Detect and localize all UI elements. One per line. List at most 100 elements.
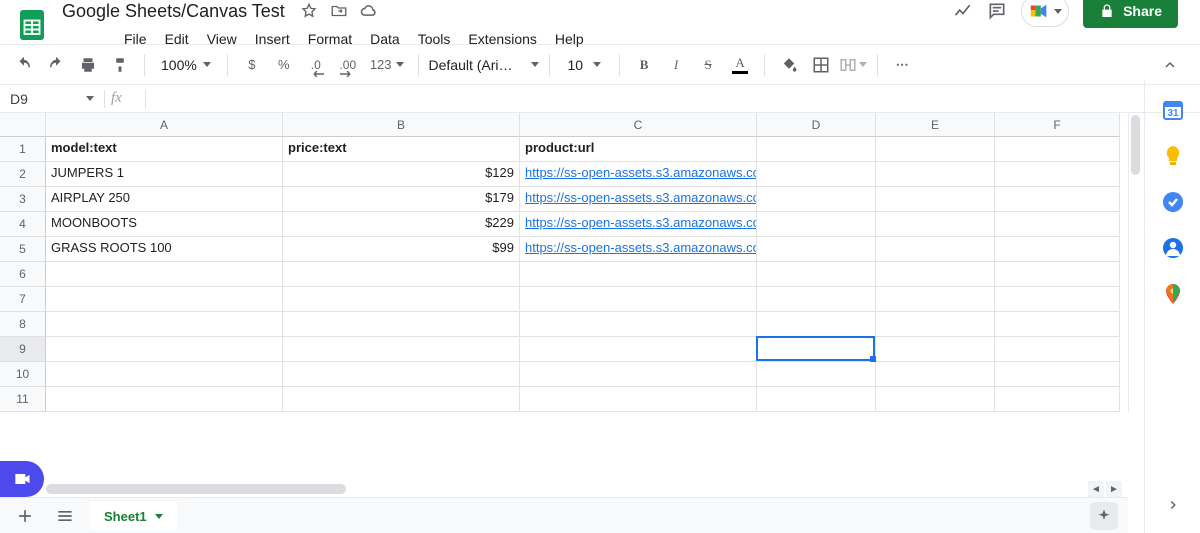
cell[interactable] bbox=[876, 212, 995, 237]
cell[interactable] bbox=[876, 137, 995, 162]
cell[interactable]: $99 bbox=[283, 237, 520, 262]
strikethrough-button[interactable]: S bbox=[694, 51, 722, 79]
borders-button[interactable] bbox=[807, 51, 835, 79]
sheet-tab-sheet1[interactable]: Sheet1 bbox=[90, 501, 177, 530]
cell[interactable] bbox=[757, 387, 876, 412]
increase-decimal-button[interactable]: .00 bbox=[334, 51, 362, 79]
move-icon[interactable] bbox=[329, 1, 349, 21]
cell[interactable] bbox=[46, 387, 283, 412]
column-header-A[interactable]: A bbox=[46, 113, 283, 137]
menu-data[interactable]: Data bbox=[362, 27, 408, 51]
collapse-toolbar-button[interactable] bbox=[1156, 51, 1184, 79]
cell[interactable]: https://ss-open-assets.s3.amazonaws.com/… bbox=[520, 162, 757, 187]
cell[interactable] bbox=[520, 362, 757, 387]
cell[interactable] bbox=[757, 162, 876, 187]
menu-view[interactable]: View bbox=[199, 27, 245, 51]
cell[interactable] bbox=[46, 262, 283, 287]
cell[interactable] bbox=[46, 337, 283, 362]
cell[interactable] bbox=[46, 312, 283, 337]
cell[interactable]: price:text bbox=[283, 137, 520, 162]
merge-cells-button[interactable] bbox=[839, 51, 867, 79]
scroll-left-button[interactable]: ◄ bbox=[1088, 481, 1104, 497]
cell[interactable] bbox=[757, 337, 876, 362]
formula-input[interactable] bbox=[146, 85, 1200, 112]
fill-color-button[interactable] bbox=[775, 51, 803, 79]
row-header[interactable]: 9 bbox=[0, 337, 46, 362]
row-header[interactable]: 6 bbox=[0, 262, 46, 287]
spreadsheet-grid[interactable]: ABCDEF 1model:textprice:textproduct:url2… bbox=[0, 113, 1128, 412]
cell[interactable] bbox=[876, 162, 995, 187]
cell[interactable] bbox=[995, 162, 1120, 187]
cell[interactable] bbox=[876, 262, 995, 287]
zoom-select[interactable]: 100% bbox=[155, 57, 217, 73]
all-sheets-button[interactable] bbox=[50, 501, 80, 531]
column-header-E[interactable]: E bbox=[876, 113, 995, 137]
calendar-icon[interactable]: 31 bbox=[1161, 98, 1185, 122]
row-header[interactable]: 1 bbox=[0, 137, 46, 162]
maps-icon[interactable] bbox=[1161, 282, 1185, 306]
cell[interactable] bbox=[283, 387, 520, 412]
cell[interactable] bbox=[283, 337, 520, 362]
scroll-right-button[interactable]: ► bbox=[1106, 481, 1122, 497]
menu-tools[interactable]: Tools bbox=[410, 27, 459, 51]
cell[interactable] bbox=[757, 262, 876, 287]
cell[interactable]: product:url bbox=[520, 137, 757, 162]
cell[interactable] bbox=[995, 137, 1120, 162]
cell[interactable]: https://ss-open-assets.s3.amazonaws.com/… bbox=[520, 237, 757, 262]
row-header[interactable]: 3 bbox=[0, 187, 46, 212]
share-button[interactable]: Share bbox=[1083, 0, 1178, 28]
cell[interactable] bbox=[995, 212, 1120, 237]
cell[interactable] bbox=[876, 312, 995, 337]
keep-icon[interactable] bbox=[1161, 144, 1185, 168]
cell[interactable] bbox=[757, 362, 876, 387]
row-header[interactable]: 10 bbox=[0, 362, 46, 387]
format-currency-button[interactable]: $ bbox=[238, 51, 266, 79]
name-box[interactable]: D9 bbox=[0, 91, 104, 107]
contacts-icon[interactable] bbox=[1161, 236, 1185, 260]
more-formats-button[interactable]: 123 bbox=[366, 51, 408, 79]
cell[interactable]: MOONBOOTS bbox=[46, 212, 283, 237]
cell[interactable] bbox=[995, 337, 1120, 362]
cloud-status-icon[interactable] bbox=[359, 1, 379, 21]
cell[interactable] bbox=[995, 362, 1120, 387]
cell[interactable]: GRASS ROOTS 100 bbox=[46, 237, 283, 262]
cell[interactable] bbox=[995, 312, 1120, 337]
format-percent-button[interactable]: % bbox=[270, 51, 298, 79]
bold-button[interactable]: B bbox=[630, 51, 658, 79]
row-header[interactable]: 11 bbox=[0, 387, 46, 412]
add-sheet-button[interactable] bbox=[10, 501, 40, 531]
cell[interactable] bbox=[876, 362, 995, 387]
hide-sidepanel-button[interactable] bbox=[1161, 493, 1185, 517]
cell[interactable] bbox=[995, 287, 1120, 312]
cell[interactable] bbox=[46, 287, 283, 312]
cell[interactable]: https://ss-open-assets.s3.amazonaws.com/… bbox=[520, 212, 757, 237]
paint-format-button[interactable] bbox=[106, 51, 134, 79]
text-color-button[interactable]: A bbox=[726, 51, 754, 79]
column-header-D[interactable]: D bbox=[757, 113, 876, 137]
row-header[interactable]: 4 bbox=[0, 212, 46, 237]
redo-button[interactable] bbox=[42, 51, 70, 79]
column-header-C[interactable]: C bbox=[520, 113, 757, 137]
cell[interactable]: $229 bbox=[283, 212, 520, 237]
cell[interactable] bbox=[520, 337, 757, 362]
star-icon[interactable] bbox=[299, 1, 319, 21]
print-button[interactable] bbox=[74, 51, 102, 79]
cell[interactable] bbox=[995, 387, 1120, 412]
cell[interactable] bbox=[757, 137, 876, 162]
cell[interactable] bbox=[520, 287, 757, 312]
vertical-scrollbar[interactable] bbox=[1128, 113, 1142, 412]
column-header-F[interactable]: F bbox=[995, 113, 1120, 137]
font-select[interactable]: Default (Ari… bbox=[429, 57, 539, 73]
cell[interactable]: AIRPLAY 250 bbox=[46, 187, 283, 212]
row-header[interactable]: 5 bbox=[0, 237, 46, 262]
comments-icon[interactable] bbox=[987, 1, 1007, 21]
italic-button[interactable]: I bbox=[662, 51, 690, 79]
row-header[interactable]: 8 bbox=[0, 312, 46, 337]
column-header-B[interactable]: B bbox=[283, 113, 520, 137]
cell[interactable] bbox=[876, 187, 995, 212]
cell[interactable] bbox=[876, 337, 995, 362]
cell[interactable] bbox=[283, 362, 520, 387]
cell[interactable]: model:text bbox=[46, 137, 283, 162]
menu-help[interactable]: Help bbox=[547, 27, 592, 51]
menu-edit[interactable]: Edit bbox=[157, 27, 197, 51]
